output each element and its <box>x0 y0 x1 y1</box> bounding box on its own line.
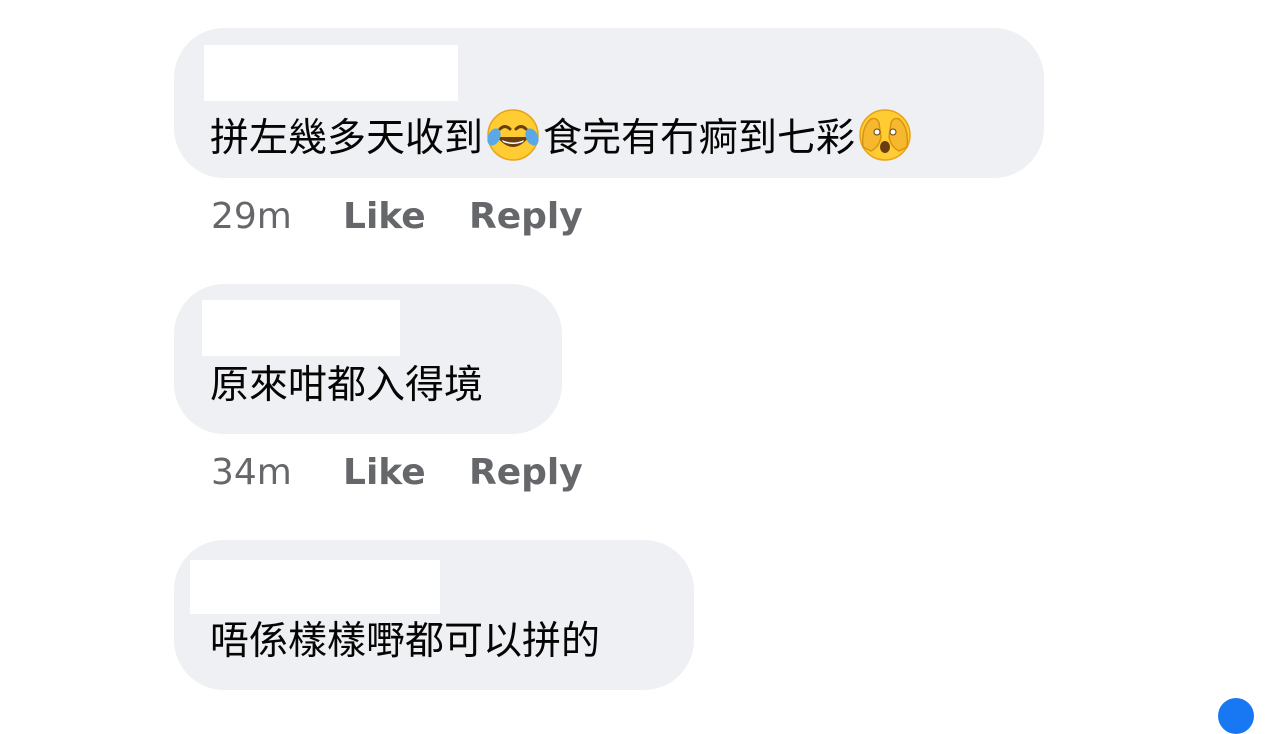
comment-timestamp[interactable]: 29m <box>211 196 292 238</box>
comment-bubble-2: 原來咁都入得境 <box>174 284 562 434</box>
like-button[interactable]: Like <box>343 452 426 494</box>
commenter-name-redacted[interactable] <box>202 300 400 356</box>
comment-text-2: 原來咁都入得境 <box>210 363 484 408</box>
like-button[interactable]: Like <box>343 196 426 238</box>
comment-text-part: 拼左幾多天收到 <box>210 116 484 161</box>
comment-bubble-1: 拼左幾多天收到 食完有冇痾到七彩 <box>174 28 1044 178</box>
comment-actions-1: 29m Like Reply <box>211 196 631 238</box>
reply-button[interactable]: Reply <box>469 196 583 238</box>
comment-bubble-3: 唔係樣樣嘢都可以拼的 <box>174 540 694 690</box>
comment-text-part: 食完有冇痾到七彩 <box>543 116 856 161</box>
comment-timestamp[interactable]: 34m <box>211 452 292 494</box>
floating-action-icon[interactable] <box>1218 698 1254 734</box>
reply-button[interactable]: Reply <box>469 452 583 494</box>
commenter-name-redacted[interactable] <box>204 45 458 101</box>
comment-text-1: 拼左幾多天收到 食完有冇痾到七彩 <box>210 107 915 163</box>
face-covering-eyes-icon <box>857 107 913 163</box>
comment-text-3: 唔係樣樣嘢都可以拼的 <box>210 619 601 664</box>
commenter-name-redacted[interactable] <box>190 560 440 614</box>
face-with-tears-of-joy-icon <box>485 107 541 163</box>
comment-actions-2: 34m Like Reply <box>211 452 631 494</box>
